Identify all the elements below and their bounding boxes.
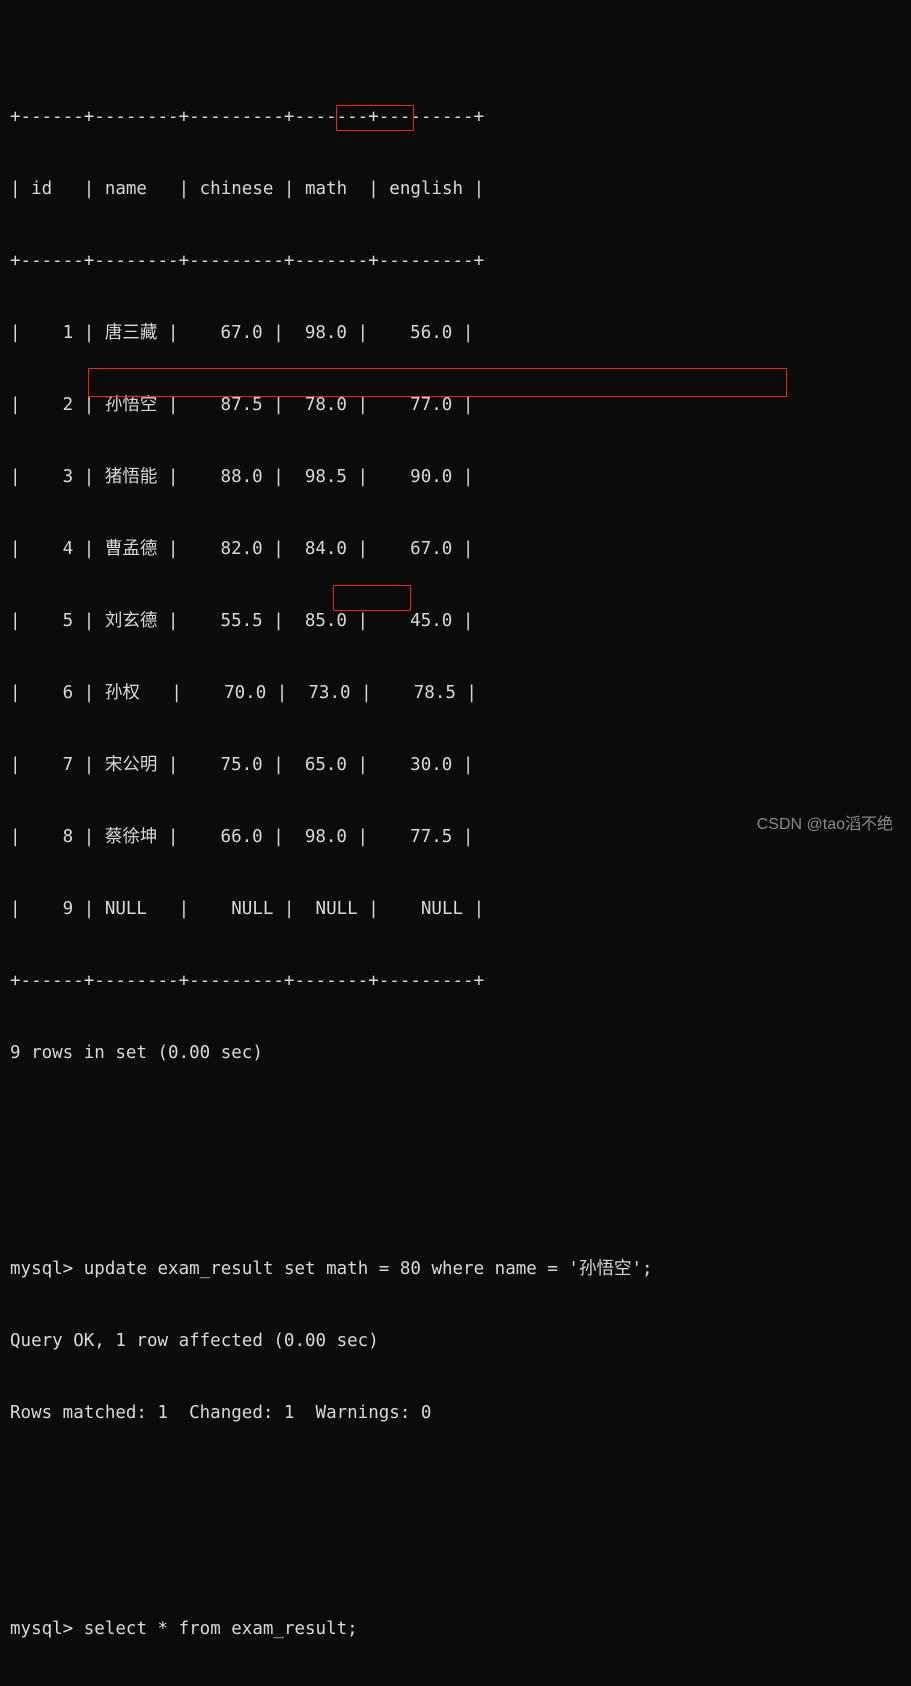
update-command-line: mysql> update exam_result set math = 80 … (10, 1257, 653, 1281)
table-row: | 3 | 猪悟能 | 88.0 | 98.5 | 90.0 | (10, 467, 474, 487)
table-row: | 1 | 唐三藏 | 67.0 | 98.0 | 56.0 | (10, 323, 474, 343)
prompt: mysql> (10, 1259, 84, 1279)
table-separator-top: +------+--------+---------+-------+-----… (10, 107, 485, 127)
watermark: CSDN @tao滔不绝 (756, 816, 893, 833)
table-separator-bottom: +------+--------+---------+-------+-----… (10, 971, 485, 991)
update-response-query-ok: Query OK, 1 row affected (0.00 sec) (10, 1331, 379, 1351)
table-row: | 4 | 曹孟德 | 82.0 | 84.0 | 67.0 | (10, 539, 474, 559)
update-sql-text[interactable]: update exam_result set math = 80 where n… (84, 1259, 653, 1279)
table-separator-header: +------+--------+---------+-------+-----… (10, 251, 485, 271)
table-row: | 6 | 孙权 | 70.0 | 73.0 | 78.5 | (10, 683, 477, 703)
table-row: | 5 | 刘玄德 | 55.5 | 85.0 | 45.0 | (10, 611, 474, 631)
table-header-row: | id | name | chinese | math | english | (10, 179, 485, 199)
select-sql-text[interactable]: select * from exam_result; (84, 1619, 358, 1639)
result-footer: 9 rows in set (0.00 sec) (10, 1043, 263, 1063)
table-row: | 9 | NULL | NULL | NULL | NULL | (10, 899, 485, 919)
table-row: | 8 | 蔡徐坤 | 66.0 | 98.0 | 77.5 | (10, 827, 474, 847)
console-output: +------+--------+---------+-------+-----… (10, 9, 653, 1686)
update-response-rows-matched: Rows matched: 1 Changed: 1 Warnings: 0 (10, 1403, 432, 1423)
prompt: mysql> (10, 1619, 84, 1639)
table-row: | 2 | 孙悟空 | 87.5 | 78.0 | 77.0 | (10, 395, 474, 415)
select-command-line: mysql> select * from exam_result; (10, 1617, 653, 1641)
table-row: | 7 | 宋公明 | 75.0 | 65.0 | 30.0 | (10, 755, 474, 775)
terminal-window: +------+--------+---------+-------+-----… (0, 0, 911, 1639)
